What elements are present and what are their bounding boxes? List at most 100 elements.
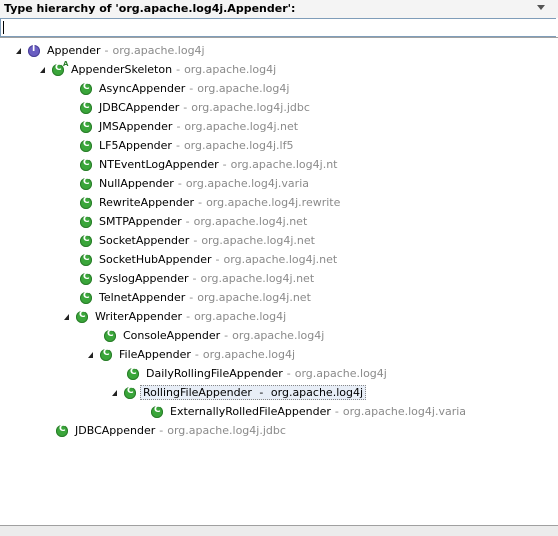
class-icon [80,291,92,304]
separator: - [194,348,199,361]
collapse-toggle-icon[interactable] [62,312,72,322]
separator: - [192,272,197,285]
separator: - [215,253,220,266]
separator: - [185,215,190,228]
separator: - [224,329,229,342]
separator: - [177,177,182,190]
class-icon [80,82,92,95]
collapse-toggle-icon[interactable] [38,65,48,75]
tree-item[interactable]: ConsoleAppender - org.apache.log4j [104,326,324,345]
class-icon [124,386,136,399]
tree-item[interactable]: JDBCAppender - org.apache.log4j.jdbc [56,421,286,440]
type-name: Appender [47,44,101,57]
type-name: FileAppender [119,348,191,361]
separator: - [286,367,291,380]
type-name: RewriteAppender [99,196,195,209]
type-hierarchy-tree: Appender - org.apache.log4j A AppenderSk… [0,37,558,526]
selected-label: RollingFileAppender - org.apache.log4j [140,385,367,400]
class-icon [80,253,92,266]
class-icon [80,101,92,114]
class-icon [104,329,116,342]
class-icon [76,310,88,323]
type-name: ExternallyRolledFileAppender [170,405,331,418]
tree-item[interactable]: AsyncAppender - org.apache.log4j [80,79,289,98]
package-name: org.apache.log4j [270,386,364,399]
tree-item[interactable]: NTEventLogAppender - org.apache.log4j.nt [80,155,337,174]
type-name: SocketHubAppender [99,253,212,266]
type-name: NullAppender [99,177,174,190]
collapse-toggle-icon[interactable] [14,46,24,56]
package-name: org.apache.log4j.net [200,272,315,285]
collapse-toggle-icon[interactable] [110,388,120,398]
separator: - [189,82,194,95]
type-name: ConsoleAppender [123,329,221,342]
tree-item[interactable]: ExternallyRolledFileAppender - org.apach… [151,402,466,421]
type-name: AppenderSkeleton [71,63,173,76]
package-name: org.apache.log4j.nt [230,158,338,171]
package-name: org.apache.log4j.lf5 [183,139,294,152]
separator: - [259,386,264,399]
view-menu-icon[interactable] [537,5,545,10]
separator: - [189,291,194,304]
separator: - [198,196,203,209]
tree-item[interactable]: SMTPAppender - org.apache.log4j.net [80,212,307,231]
class-icon [80,234,92,247]
package-name: org.apache.log4j [112,44,205,57]
text-caret [3,21,4,34]
view-header: Type hierarchy of 'org.apache.log4j.Appe… [0,0,558,18]
package-name: org.apache.log4j [202,348,296,361]
class-icon [151,405,163,418]
tree-item[interactable]: SocketAppender - org.apache.log4j.net [80,231,315,250]
collapse-toggle-icon[interactable] [86,350,96,360]
tree-item[interactable]: JMSAppender - org.apache.log4j.net [80,117,298,136]
type-name: WriterAppender [95,310,183,323]
abstract-class-icon: A [52,60,68,76]
tree-item[interactable]: SocketHubAppender - org.apache.log4j.net [80,250,337,269]
package-name: org.apache.log4j.varia [342,405,467,418]
package-name: org.apache.log4j.jdbc [167,424,286,437]
package-name: org.apache.log4j [294,367,387,380]
interface-icon [28,44,40,57]
class-icon [100,348,112,361]
package-name: org.apache.log4j.rewrite [206,196,341,209]
class-icon [80,215,92,228]
separator: - [193,234,198,247]
package-name: org.apache.log4j.jdbc [191,101,310,114]
type-name: SyslogAppender [99,272,189,285]
tree-item[interactable]: Appender - org.apache.log4j [14,41,205,60]
separator: - [175,139,180,152]
tree-item[interactable]: SyslogAppender - org.apache.log4j.net [80,269,314,288]
tree-item[interactable]: JDBCAppender - org.apache.log4j.jdbc [80,98,310,117]
type-name: NTEventLogAppender [99,158,219,171]
type-name: AsyncAppender [99,82,186,95]
class-icon [80,158,92,171]
class-icon [80,196,92,209]
class-icon [127,367,139,380]
tree-item[interactable]: RewriteAppender - org.apache.log4j.rewri… [80,193,340,212]
tree-item[interactable]: FileAppender - org.apache.log4j [86,345,295,364]
separator: - [183,101,188,114]
type-name: JDBCAppender [75,424,156,437]
page-title: Type hierarchy of 'org.apache.log4j.Appe… [4,2,296,15]
separator: - [176,120,181,133]
package-name: org.apache.log4j.net [197,291,311,304]
separator: - [159,424,164,437]
package-name: org.apache.log4j.varia [185,177,309,190]
type-name: DailyRollingFileAppender [146,367,283,380]
tree-item[interactable]: DailyRollingFileAppender - org.apache.lo… [127,364,387,383]
filter-input[interactable] [0,18,556,37]
separator: - [222,158,227,171]
separator: - [104,44,109,57]
package-name: org.apache.log4j.net [184,120,299,133]
tree-item[interactable]: LF5Appender - org.apache.log4j.lf5 [80,136,294,155]
tree-item[interactable]: TelnetAppender - org.apache.log4j.net [80,288,311,307]
status-bar [0,525,558,536]
tree-item[interactable]: A AppenderSkeleton - org.apache.log4j [38,60,276,79]
type-name: SMTPAppender [99,215,182,228]
type-name: JMSAppender [99,120,173,133]
tree-item[interactable]: NullAppender - org.apache.log4j.varia [80,174,309,193]
tree-item-selected[interactable]: RollingFileAppender - org.apache.log4j [110,383,367,402]
separator: - [334,405,339,418]
tree-item[interactable]: WriterAppender - org.apache.log4j [62,307,286,326]
type-name: JDBCAppender [99,101,180,114]
